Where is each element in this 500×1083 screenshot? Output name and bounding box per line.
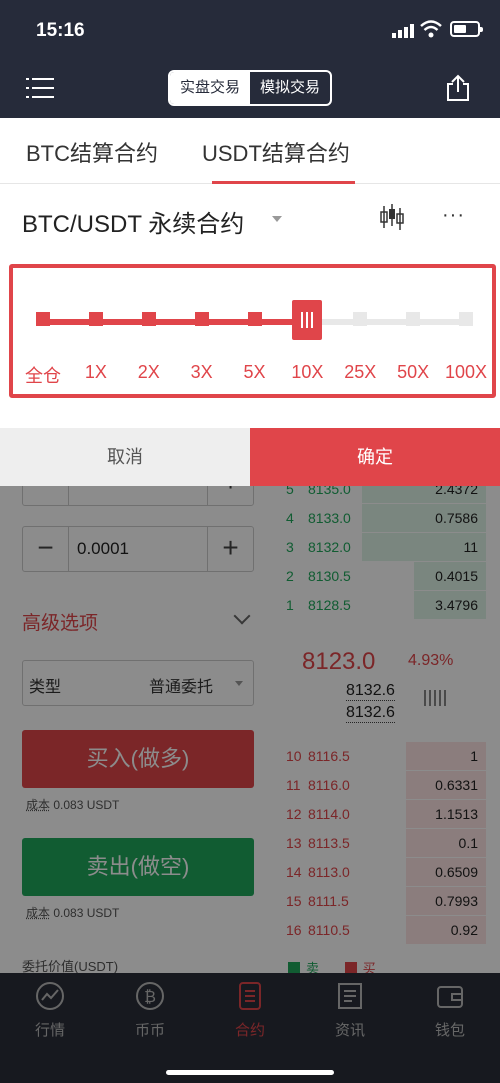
pair-dropdown-icon[interactable] [272,216,282,222]
signal-icon [392,24,414,38]
seg-real-trade[interactable]: 实盘交易 [170,72,250,104]
tabbar-backdrop [0,973,500,1083]
leverage-tick[interactable] [459,312,473,326]
candlestick-icon[interactable] [380,204,404,230]
leverage-tick[interactable] [353,312,368,326]
leverage-slider-frame: 全仓 1X 2X 3X 5X 10X 25X 50X 100X [9,264,496,398]
home-indicator [166,1070,334,1075]
trade-mode-switch: 实盘交易 模拟交易 [168,70,332,106]
leverage-tick[interactable] [36,312,50,326]
cancel-button[interactable]: 取消 [0,428,250,486]
leverage-panel: 全仓 1X 2X 3X 5X 10X 25X 50X 100X 取消 确定 [0,250,500,486]
leverage-option[interactable]: 1X [66,362,126,383]
leverage-tick[interactable] [141,312,156,326]
leverage-thumb[interactable] [292,300,323,340]
leverage-tick[interactable] [194,312,209,326]
leverage-option[interactable]: 3X [172,362,232,383]
leverage-option[interactable]: 全仓 [13,362,73,388]
leverage-option[interactable]: 25X [330,362,390,383]
share-icon[interactable] [444,74,472,102]
status-time: 15:16 [36,20,85,41]
leverage-option[interactable]: 100X [436,362,496,383]
leverage-option[interactable]: 2X [119,362,179,383]
leverage-option[interactable]: 10X [277,362,337,383]
nav-bar: 实盘交易 模拟交易 [0,60,500,118]
pair-title[interactable]: BTC/USDT 永续合约 [22,204,244,239]
seg-sim-trade[interactable]: 模拟交易 [250,72,330,104]
leverage-option[interactable]: 5X [225,362,285,383]
status-bar: 15:16 [0,0,500,60]
leverage-tick[interactable] [247,312,262,326]
menu-icon[interactable] [26,76,54,100]
leverage-option[interactable]: 50X [383,362,443,383]
leverage-track-fill [43,319,308,325]
battery-icon [450,21,483,37]
pair-header: BTC/USDT 永续合约 ··· [0,184,500,250]
leverage-tick[interactable] [406,312,421,326]
settlement-tabs: BTC结算合约 USDT结算合约 [0,118,500,184]
more-icon[interactable]: ··· [442,204,465,227]
wifi-icon [420,20,442,38]
tab-usdt-settlement[interactable]: USDT结算合约 [202,136,350,168]
tab-btc-settlement[interactable]: BTC结算合约 [26,136,158,168]
confirm-button[interactable]: 确定 [250,428,500,486]
leverage-tick[interactable] [88,312,103,326]
